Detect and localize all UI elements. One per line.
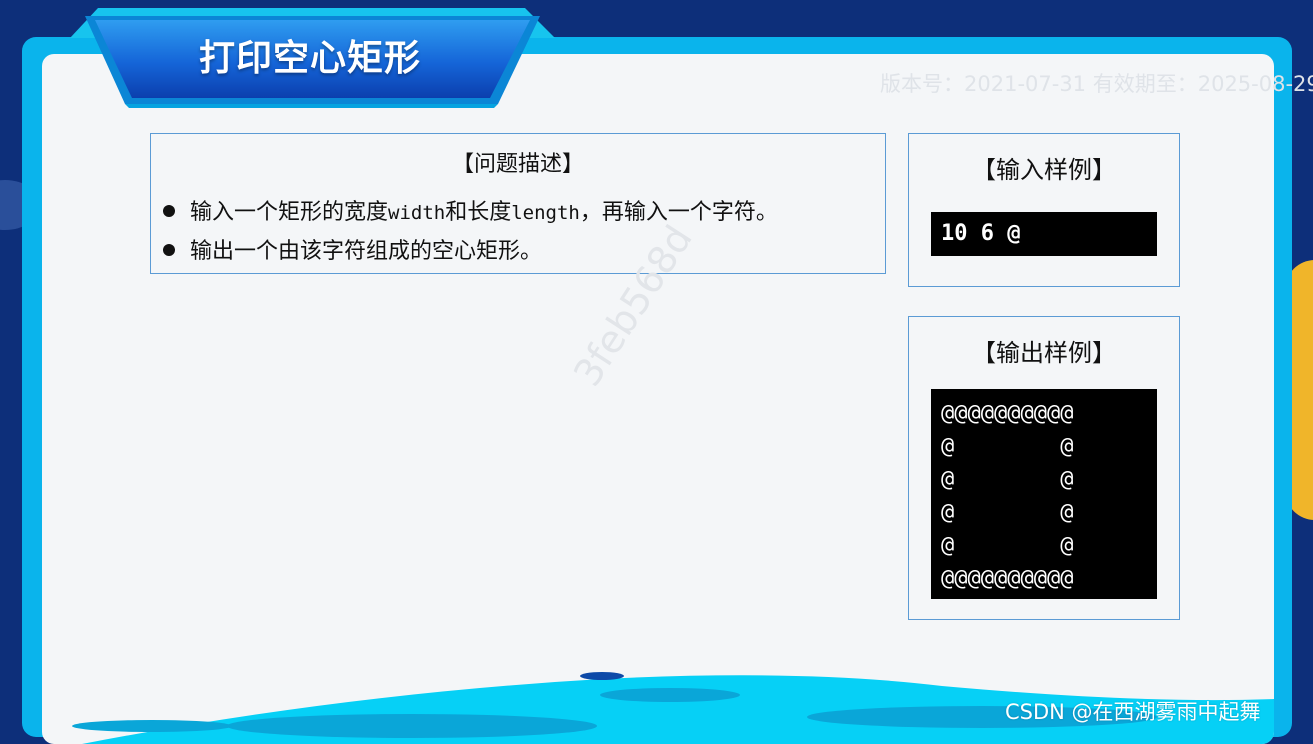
console-line: @ @ <box>941 467 1074 492</box>
console-line: @@@@@@@@@@ <box>941 401 1074 426</box>
output-sample-heading: 【输出样例】 <box>972 339 1116 367</box>
description-bullet: 输出一个由该字符组成的空心矩形。 <box>163 233 542 265</box>
bullet-icon <box>163 205 175 217</box>
problem-description-heading: 【问题描述】 <box>451 152 584 177</box>
description-bullet: 输入一个矩形的宽度width和长度length，再输入一个字符。 <box>163 194 778 226</box>
version-watermark: 版本号：2021-07-31 有效期至：2025-08-29 <box>880 72 1313 96</box>
input-sample-heading: 【输入样例】 <box>972 156 1116 184</box>
slide-title: 打印空心矩形 <box>198 38 421 79</box>
csdn-credit: CSDN @在西湖雾雨中起舞 <box>1005 700 1261 724</box>
bullet-icon <box>163 244 175 256</box>
console-line: @ @ <box>941 533 1074 558</box>
input-sample-console: 10 6 @ <box>931 212 1157 256</box>
console-line: @ @ <box>941 500 1074 525</box>
console-line: @ @ <box>941 434 1074 459</box>
problem-description-box: 【问题描述】 输入一个矩形的宽度width和长度length，再输入一个字符。 … <box>150 133 886 274</box>
output-sample-console: @@@@@@@@@@ @ @ @ @ @ @ @ @ @@@@@@@@@@ <box>931 389 1157 599</box>
output-sample-box: 【输出样例】 @@@@@@@@@@ @ @ @ @ @ @ @ @ @@@@@@… <box>908 316 1180 620</box>
console-line: @@@@@@@@@@ <box>941 566 1074 591</box>
input-sample-box: 【输入样例】 10 6 @ <box>908 133 1180 287</box>
